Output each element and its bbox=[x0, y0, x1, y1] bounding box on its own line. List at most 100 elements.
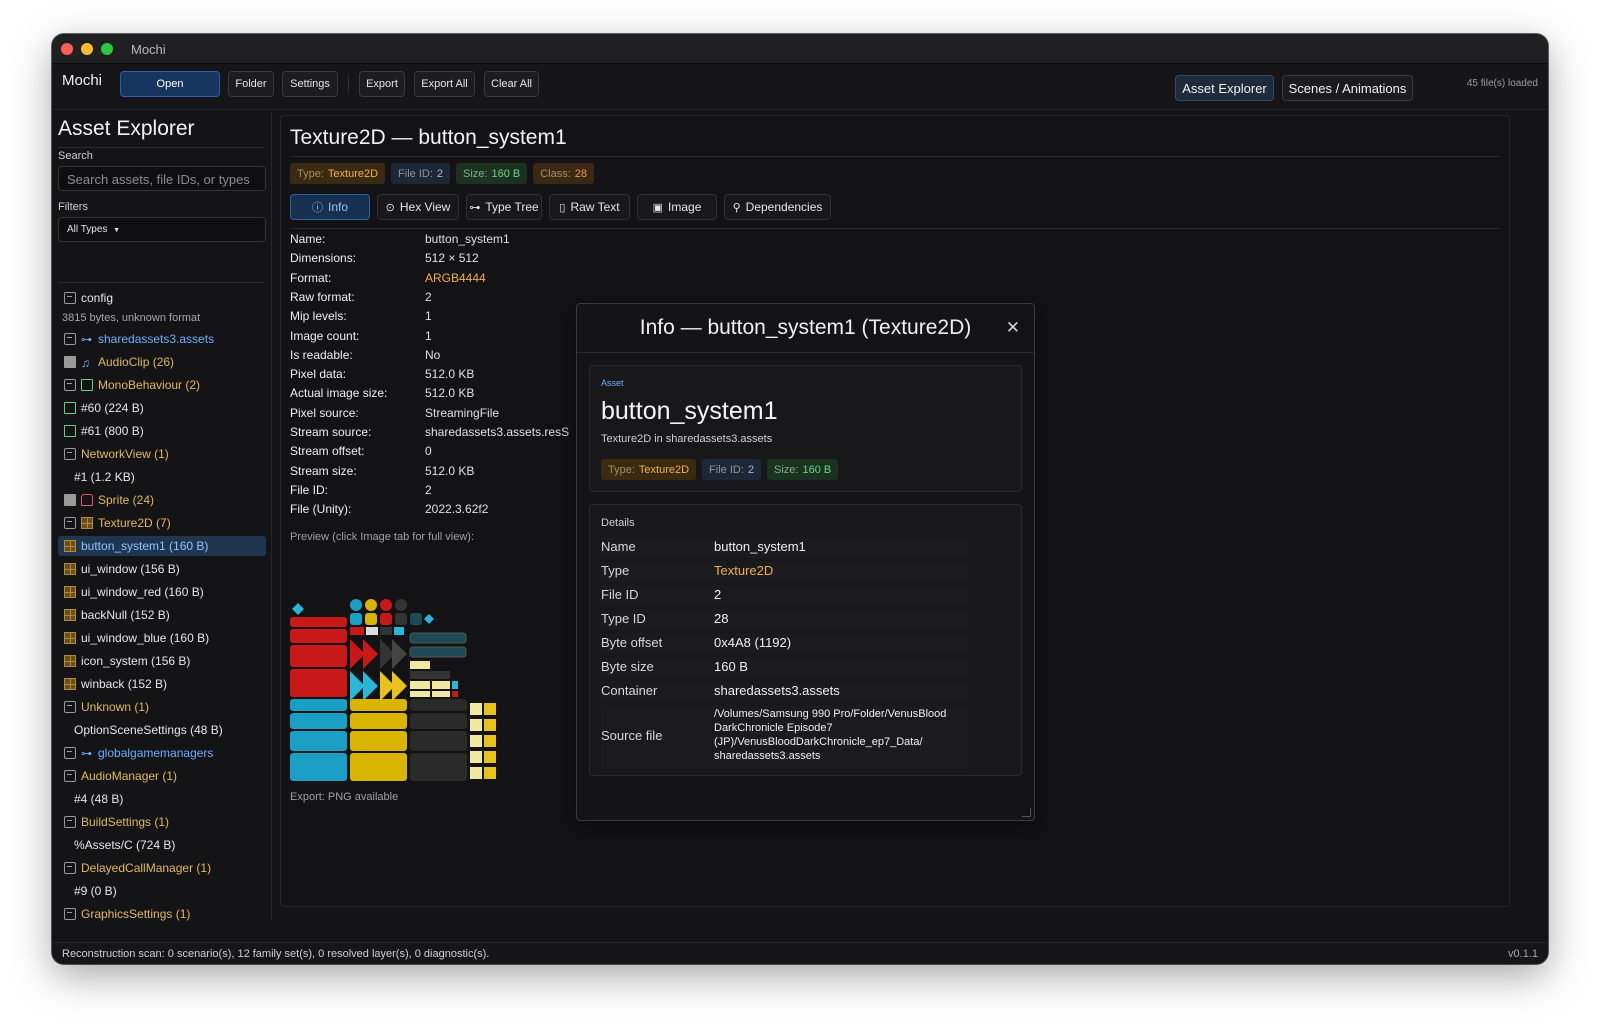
tab-dependencies[interactable]: ⚲ Dependencies bbox=[724, 194, 831, 220]
export-button[interactable]: Export bbox=[359, 71, 405, 97]
tab-raw-text[interactable]: ▯ Raw Text bbox=[549, 194, 630, 220]
detail-value[interactable]: /Volumes/Samsung 990 Pro/Folder/VenusBlo… bbox=[714, 707, 966, 763]
file-id-badge: File ID: 2 bbox=[391, 163, 451, 184]
search-input[interactable]: Search assets, file IDs, or types bbox=[58, 166, 266, 191]
dependencies-icon: ⚲ bbox=[732, 201, 741, 214]
tab-type-tree[interactable]: ⊶ Type Tree bbox=[466, 194, 542, 220]
tree-item[interactable]: Sprite (24) bbox=[64, 490, 154, 510]
detail-value[interactable]: 28 bbox=[714, 611, 728, 626]
property-value[interactable]: No bbox=[425, 348, 440, 362]
file-id-badge-value: 2 bbox=[436, 167, 444, 180]
tree-item[interactable]: Unknown (1) bbox=[64, 697, 149, 717]
tree-item[interactable]: NetworkView (1) bbox=[64, 444, 169, 464]
minimize-window-button[interactable] bbox=[81, 43, 93, 55]
details-card: Details Name button_system1 Type Texture2D F… bbox=[589, 504, 1022, 776]
property-value[interactable]: 512.0 KB bbox=[425, 386, 474, 400]
property-value[interactable]: 512 × 512 bbox=[425, 251, 479, 265]
scenes-animations-view-button[interactable]: Scenes / Animations bbox=[1282, 75, 1413, 101]
tree-item[interactable]: ui_window_blue (160 B) bbox=[64, 628, 209, 648]
tree-item[interactable]: 3815 bytes, unknown format bbox=[62, 308, 200, 328]
tree-item[interactable]: icon_system (156 B) bbox=[64, 651, 190, 671]
property-value[interactable]: sharedassets3.assets.resS bbox=[425, 425, 569, 439]
tree-item[interactable]: #1 (1.2 KB) bbox=[74, 467, 135, 487]
tree-item[interactable]: ♫ AudioClip (26) bbox=[64, 352, 174, 372]
export-label: Export: PNG available bbox=[290, 791, 399, 803]
tree-item[interactable]: button_system1 (160 B) bbox=[58, 536, 266, 556]
property-value[interactable]: StreamingFile bbox=[425, 406, 499, 420]
tree-item[interactable]: ⊶ sharedassets3.assets bbox=[64, 329, 214, 349]
property-value[interactable]: 1 bbox=[425, 329, 432, 343]
folder-open-icon bbox=[64, 770, 76, 782]
tree-item[interactable]: GraphicsSettings (1) bbox=[64, 904, 190, 921]
property-value[interactable]: 2 bbox=[425, 483, 432, 497]
hex-icon: ⊙ bbox=[385, 201, 395, 214]
tree-item-label: Unknown (1) bbox=[81, 700, 150, 714]
open-button[interactable]: Open bbox=[120, 71, 220, 97]
export-all-button[interactable]: Export All bbox=[414, 71, 475, 97]
tree-item-label: button_system1 (160 B) bbox=[81, 539, 209, 553]
tree-item[interactable]: backNull (152 B) bbox=[64, 605, 170, 625]
texture-preview-image[interactable] bbox=[290, 599, 500, 784]
tree-item[interactable]: DelayedCallManager (1) bbox=[64, 858, 211, 878]
app-window: Mochi Mochi Open Folder Settings Export … bbox=[52, 34, 1548, 964]
folder-icon bbox=[64, 356, 76, 368]
tree-item-label: GraphicsSettings (1) bbox=[81, 907, 191, 921]
tree-item-label: 3815 bytes, unknown format bbox=[62, 312, 201, 324]
tree-item[interactable]: OptionSceneSettings (48 B) bbox=[74, 720, 223, 740]
detail-value[interactable]: button_system1 bbox=[714, 539, 806, 554]
tree-item-label: icon_system (156 B) bbox=[81, 654, 191, 668]
tree-item[interactable]: ⊶ globalgamemanagers bbox=[64, 743, 213, 763]
property-value[interactable]: 1 bbox=[425, 309, 432, 323]
detail-value[interactable]: Texture2D bbox=[714, 563, 773, 578]
property-value[interactable]: 2022.3.62f2 bbox=[425, 502, 488, 516]
tree-item[interactable]: #60 (224 B) bbox=[64, 398, 144, 418]
files-loaded-count: 45 file(s) loaded bbox=[1466, 78, 1538, 89]
tree-item[interactable]: #4 (48 B) bbox=[74, 789, 123, 809]
property-value[interactable]: 2 bbox=[425, 290, 432, 304]
texture-icon bbox=[64, 678, 76, 690]
tree-item[interactable]: winback (152 B) bbox=[64, 674, 167, 694]
folder-open-icon bbox=[64, 908, 76, 920]
tree-item[interactable]: #61 (800 B) bbox=[64, 421, 144, 441]
property-value[interactable]: 0 bbox=[425, 444, 432, 458]
tree-item-label: ui_window (156 B) bbox=[81, 562, 180, 576]
sidebar-divider bbox=[58, 282, 265, 283]
tree-item[interactable]: #9 (0 B) bbox=[74, 881, 117, 901]
tree-item[interactable]: BuildSettings (1) bbox=[64, 812, 169, 832]
property-value[interactable]: button_system1 bbox=[425, 232, 510, 246]
tree-item[interactable]: %Assets/C (724 B) bbox=[74, 835, 175, 855]
property-value[interactable]: 512.0 KB bbox=[425, 464, 474, 478]
info-icon: ⓘ bbox=[311, 202, 323, 214]
resize-handle[interactable] bbox=[1022, 808, 1031, 817]
property-value[interactable]: ARGB4444 bbox=[425, 271, 486, 285]
detail-value[interactable]: 0x4A8 (1192) bbox=[714, 635, 791, 650]
file-id-badge-label: File ID: bbox=[398, 167, 433, 180]
tree-item[interactable]: config bbox=[64, 288, 113, 308]
tab-info[interactable]: ⓘ Info bbox=[290, 194, 370, 220]
type-filter-select[interactable]: All Types ▼ bbox=[58, 217, 266, 242]
zoom-window-button[interactable] bbox=[101, 43, 113, 55]
tree-item[interactable]: ui_window (156 B) bbox=[64, 559, 180, 579]
property-key: Raw format: bbox=[290, 289, 355, 304]
detail-value[interactable]: sharedassets3.assets bbox=[714, 683, 840, 698]
settings-button[interactable]: Settings bbox=[282, 71, 338, 97]
detail-value[interactable]: 2 bbox=[714, 587, 721, 602]
tab-hex-view[interactable]: ⊙ Hex View bbox=[377, 194, 459, 220]
class-badge-label: Class: bbox=[540, 167, 571, 180]
folder-button[interactable]: Folder bbox=[228, 71, 274, 97]
image-icon: ▣ bbox=[652, 201, 664, 214]
clear-all-button[interactable]: Clear All bbox=[484, 71, 539, 97]
property-key: Stream offset: bbox=[290, 444, 365, 459]
tab-image[interactable]: ▣ Image bbox=[637, 194, 717, 220]
dialog-divider bbox=[577, 352, 1034, 353]
close-window-button[interactable] bbox=[61, 43, 73, 55]
property-value[interactable]: 512.0 KB bbox=[425, 367, 474, 381]
tree-item[interactable]: Texture2D (7) bbox=[64, 513, 171, 533]
tree-item[interactable]: ui_window_red (160 B) bbox=[64, 582, 204, 602]
tree-item[interactable]: AudioManager (1) bbox=[64, 766, 177, 786]
close-icon[interactable]: ✕ bbox=[1006, 318, 1020, 338]
tree-item-label: backNull (152 B) bbox=[81, 608, 170, 622]
detail-value[interactable]: 160 B bbox=[714, 659, 748, 674]
tree-item[interactable]: MonoBehaviour (2) bbox=[64, 375, 200, 395]
asset-explorer-view-button[interactable]: Asset Explorer bbox=[1175, 75, 1274, 101]
